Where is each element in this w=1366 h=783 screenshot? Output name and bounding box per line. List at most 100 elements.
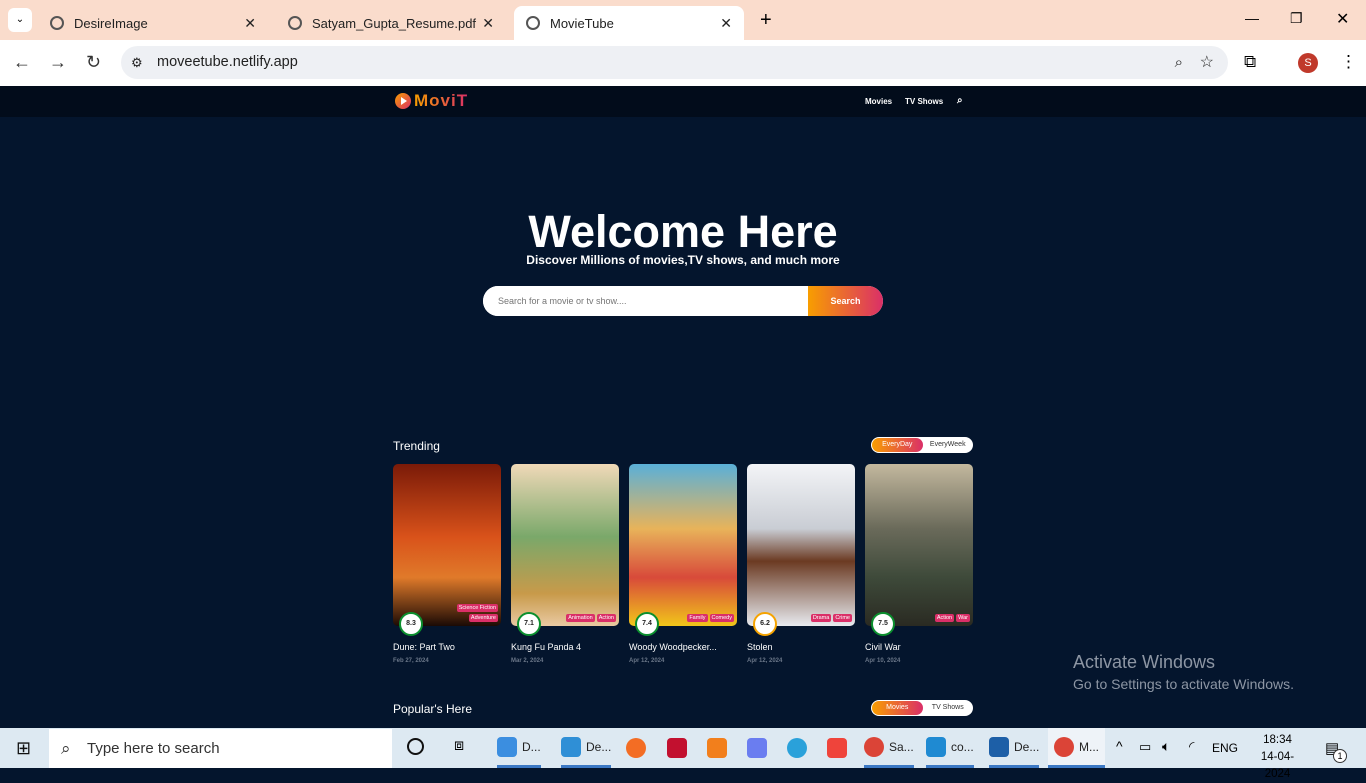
movie-poster[interactable]: Drama Crime 6.2 xyxy=(747,464,855,636)
telegram-icon[interactable] xyxy=(787,728,807,768)
release-date: Apr 12, 2024 xyxy=(747,658,783,664)
switch-everyday[interactable]: EveryDay xyxy=(872,438,923,452)
movie-card[interactable]: Family Comedy 7.4 Woody Woodpecker... Apr… xyxy=(629,464,737,664)
rating-circle: 7.4 xyxy=(635,612,659,636)
movie-title[interactable]: Woody Woodpecker... xyxy=(629,642,737,652)
extensions-icon[interactable]: ⧉ xyxy=(1244,52,1256,72)
zoom-icon[interactable]: ⌕ xyxy=(1175,46,1183,79)
movie-card[interactable]: Science Fiction Adventure 8.3 Dune: Part … xyxy=(393,464,501,664)
release-date: Feb 27, 2024 xyxy=(393,658,429,664)
reload-button[interactable]: ↻ xyxy=(86,52,101,73)
url-bar[interactable]: ⚙ moveetube.netlify.app ⌕ ☆ xyxy=(121,46,1228,79)
vscode-icon xyxy=(926,736,946,757)
logo-text: MoviT xyxy=(414,91,469,110)
watermark-line1: Activate Windows xyxy=(1073,652,1216,672)
movie-poster[interactable]: Science Fiction Adventure 8.3 xyxy=(393,464,501,636)
search-button[interactable]: Search xyxy=(808,286,883,316)
rating-circle: 6.2 xyxy=(753,612,777,636)
switch-movies[interactable]: Movies xyxy=(872,701,923,715)
movie-card[interactable]: Animation Action 7.1 Kung Fu Panda 4 Mar … xyxy=(511,464,619,664)
minimize-button[interactable]: — xyxy=(1245,10,1259,26)
search-icon: ⌕ xyxy=(61,739,71,758)
genre-list: Action War xyxy=(934,614,970,622)
taskbar-app-chrome-2[interactable]: M... xyxy=(1048,728,1105,768)
anydesk-icon[interactable] xyxy=(827,728,847,768)
switch-tv-shows[interactable]: TV Shows xyxy=(923,701,974,715)
site-settings-icon[interactable]: ⚙ xyxy=(131,46,143,79)
movie-title[interactable]: Civil War xyxy=(865,642,973,652)
nav-tv-shows[interactable]: TV Shows xyxy=(905,97,943,106)
windows-start-icon[interactable]: ⊞ xyxy=(16,738,31,759)
search-icon[interactable]: ⌕ xyxy=(957,95,963,106)
bookmark-star-icon[interactable]: ☆ xyxy=(1200,46,1214,79)
tab-desireimage[interactable]: DesireImage ✕ xyxy=(38,6,268,40)
task-view-icon[interactable]: ⧈ xyxy=(454,737,464,755)
close-icon[interactable]: ✕ xyxy=(244,15,256,32)
clock-date: 14-04-2024 xyxy=(1260,751,1295,780)
app-label: De... xyxy=(1014,739,1040,754)
app-label: De... xyxy=(586,739,612,754)
taskbar-search-placeholder: Type here to search xyxy=(87,740,220,757)
clock-time: 18:34 xyxy=(1263,734,1292,746)
taskbar-app-chrome-1[interactable]: Sa... xyxy=(864,728,914,768)
new-tab-button[interactable]: + xyxy=(760,9,772,32)
tab-search-button[interactable]: ⌄ xyxy=(8,8,32,32)
movie-poster[interactable]: Action War 7.5 xyxy=(865,464,973,636)
close-window-button[interactable]: ✕ xyxy=(1336,9,1349,29)
taskbar-search[interactable]: ⌕ Type here to search xyxy=(49,729,392,768)
tab-title: MovieTube xyxy=(550,15,614,31)
clock[interactable]: 18:34 14-04-2024 xyxy=(1250,732,1305,783)
genre-list: Family Comedy xyxy=(687,614,734,622)
movie-title[interactable]: Stolen xyxy=(747,642,855,652)
movie-poster[interactable]: Family Comedy 7.4 xyxy=(629,464,737,636)
genre-tag: Family xyxy=(687,614,708,622)
restore-button[interactable]: ❐ xyxy=(1290,10,1303,27)
back-button[interactable]: ← xyxy=(13,52,31,73)
rating-circle: 7.5 xyxy=(871,612,895,636)
logo[interactable]: MoviT xyxy=(395,91,468,111)
close-icon[interactable]: ✕ xyxy=(720,15,732,32)
desktop-icon xyxy=(561,736,581,757)
movie-title[interactable]: Dune: Part Two xyxy=(393,642,501,652)
taskbar-app-vscode[interactable]: co... xyxy=(926,728,974,768)
release-date: Apr 10, 2024 xyxy=(865,658,901,664)
search-input[interactable] xyxy=(483,286,808,316)
genre-list: Animation Action xyxy=(566,614,616,622)
site-header xyxy=(0,86,1366,117)
volume-icon[interactable]: 🔈︎ xyxy=(1162,738,1170,755)
wifi-icon[interactable]: ◜ xyxy=(1189,738,1194,755)
profile-avatar[interactable]: S xyxy=(1298,53,1318,73)
forward-button[interactable]: → xyxy=(49,52,67,73)
app-label: Sa... xyxy=(889,739,914,754)
release-date: Mar 2, 2024 xyxy=(511,658,544,664)
cortana-icon[interactable] xyxy=(407,738,424,755)
close-icon[interactable]: ✕ xyxy=(482,15,494,32)
tray-chevron-icon[interactable]: ^ xyxy=(1116,738,1123,754)
movie-card[interactable]: Drama Crime 6.2 Stolen Apr 12, 2024 xyxy=(747,464,855,664)
genre-tag: Action xyxy=(596,614,616,622)
tab-resume[interactable]: Satyam_Gupta_Resume.pdf ✕ xyxy=(276,6,506,40)
nav-movies[interactable]: Movies xyxy=(865,97,892,106)
download-icon xyxy=(497,736,517,757)
genre-tag: Comedy xyxy=(709,614,734,622)
popular-switch: Movies TV Shows xyxy=(871,700,973,716)
taskbar-app-photos[interactable]: De... xyxy=(989,728,1040,768)
genre-list: Drama Crime xyxy=(810,614,852,622)
taskbar-app-desktop[interactable]: De... xyxy=(561,728,612,768)
firefox-icon[interactable] xyxy=(626,728,646,768)
battery-icon[interactable]: ▭ xyxy=(1139,739,1151,755)
taskbar-app-downloads[interactable]: D... xyxy=(497,728,541,768)
movie-card[interactable]: Action War 7.5 Civil War Apr 10, 2024 xyxy=(865,464,973,664)
movie-title[interactable]: Kung Fu Panda 4 xyxy=(511,642,619,652)
play-icon xyxy=(395,93,411,109)
menu-icon[interactable]: ⋮ xyxy=(1340,52,1357,72)
language-indicator[interactable]: ENG xyxy=(1212,741,1238,755)
trending-switch: EveryDay EveryWeek xyxy=(871,437,973,453)
tab-movietube[interactable]: MovieTube ✕ xyxy=(514,6,744,40)
pycharm-icon[interactable] xyxy=(747,728,767,768)
switch-everyweek[interactable]: EveryWeek xyxy=(923,438,974,452)
trending-title: Trending xyxy=(393,439,440,453)
screen-recorder-icon[interactable] xyxy=(667,728,687,768)
xampp-icon[interactable] xyxy=(707,728,727,768)
movie-poster[interactable]: Animation Action 7.1 xyxy=(511,464,619,636)
